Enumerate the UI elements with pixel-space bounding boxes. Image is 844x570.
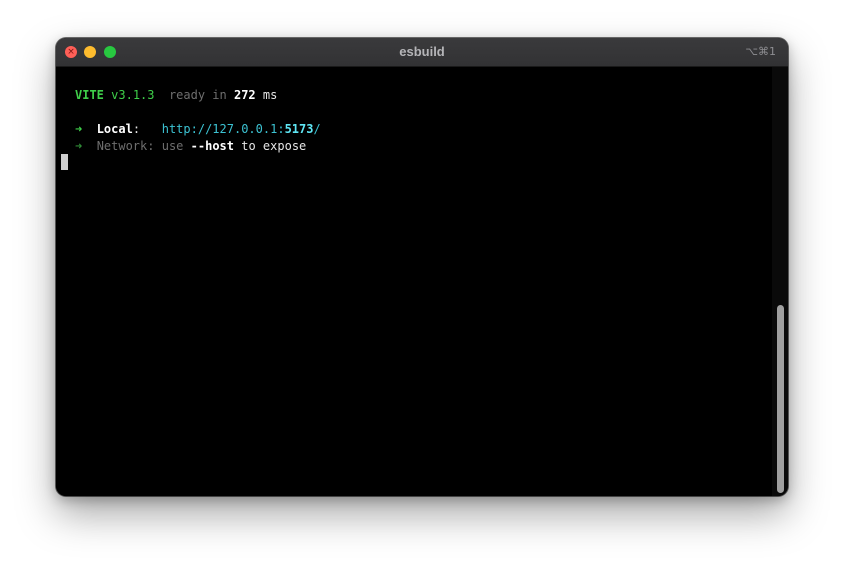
local-url-prefix: http://127.0.0.1: [161, 122, 285, 136]
network-rest: to expose [241, 139, 307, 153]
scrollbar-thumb[interactable] [777, 305, 784, 493]
arrow-icon: ➜ [75, 139, 83, 153]
local-port: 5173 [284, 122, 314, 136]
local-colon: : [132, 122, 141, 136]
ready-text: ready in [168, 88, 227, 102]
network-line: ➜ Network: use --host to expose [75, 138, 306, 155]
vite-name: VITE [75, 88, 104, 102]
local-url-suffix: / [313, 122, 321, 136]
network-use-text: use [161, 139, 184, 153]
scrollbar-track[interactable] [772, 67, 788, 496]
host-flag: --host [190, 139, 235, 153]
window-shortcut: ⌥⌘1 [745, 45, 776, 58]
ready-unit: ms [262, 88, 278, 102]
title-bar[interactable]: × esbuild ⌥⌘1 [56, 38, 788, 67]
vite-version: v3.1.3 [111, 88, 155, 102]
network-colon: : [147, 139, 155, 153]
ready-time: 272 [233, 88, 256, 102]
local-url-line: ➜ Local: http://127.0.0.1:5173/ [75, 121, 321, 138]
local-url[interactable]: http://127.0.0.1:5173/ [162, 122, 321, 136]
window-title: esbuild [399, 44, 445, 59]
local-label: Local [96, 122, 133, 136]
terminal-output[interactable]: VITE v3.1.3 ready in 272 ms ➜ Local: htt… [56, 67, 772, 496]
text-cursor [61, 154, 68, 170]
terminal-window: × esbuild ⌥⌘1 VITE v3.1.3 ready in 272 m… [56, 38, 788, 496]
arrow-icon: ➜ [75, 122, 83, 136]
network-label: Network [96, 139, 148, 153]
vite-banner-line: VITE v3.1.3 ready in 272 ms [75, 87, 277, 104]
